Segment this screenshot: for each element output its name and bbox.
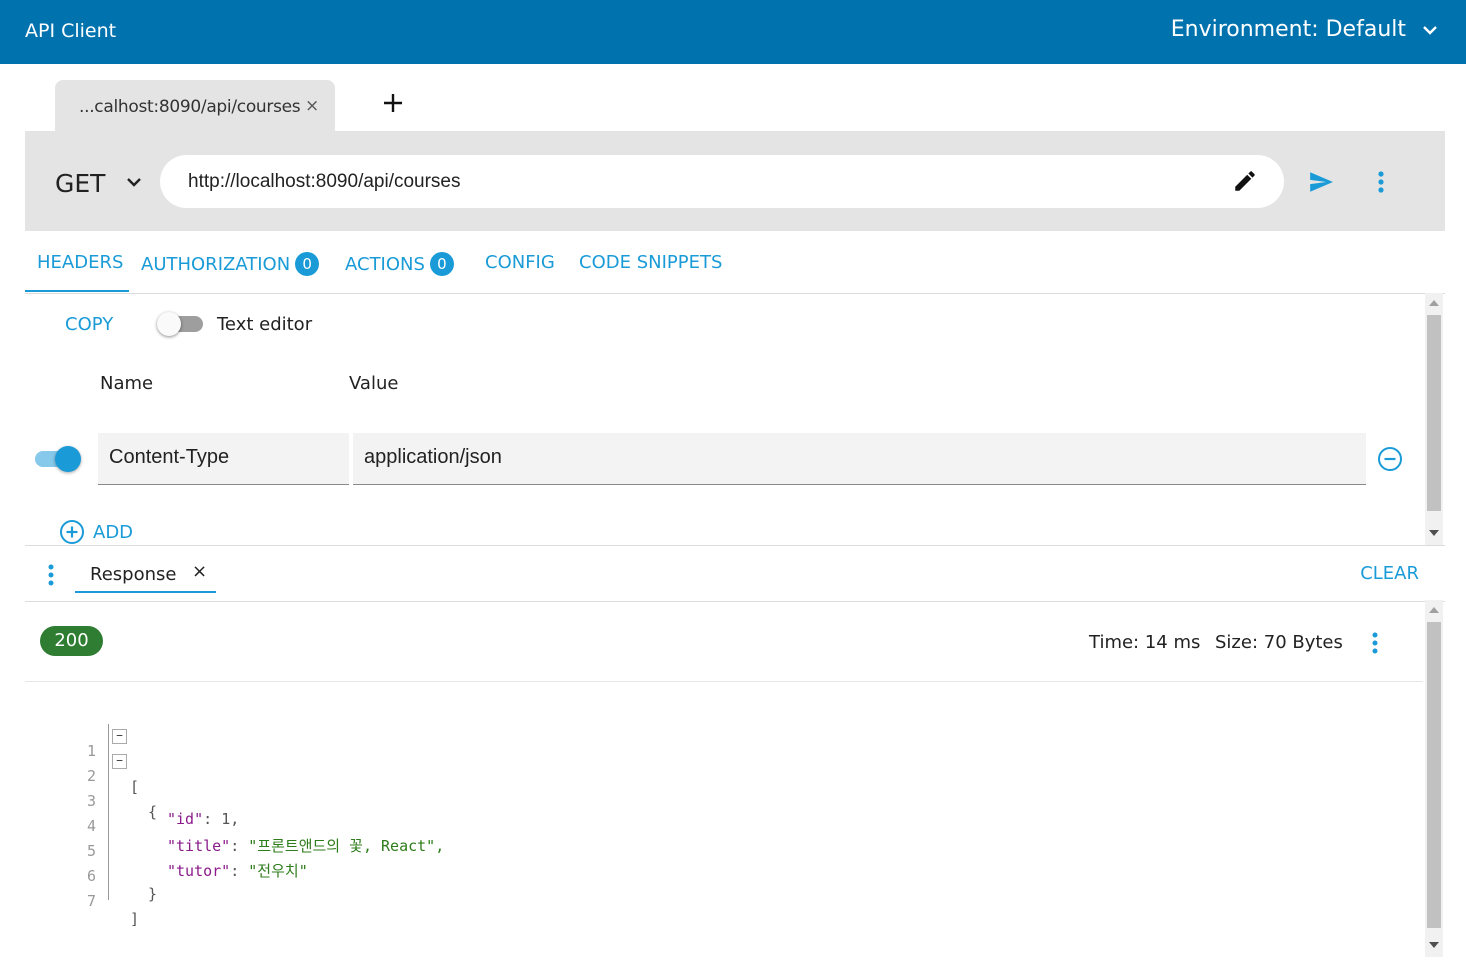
name-column-header: Name xyxy=(100,373,154,394)
code-line: 4 "title": "프론트앤드의 꽃, React", xyxy=(86,817,445,855)
app-bar: API Client Environment: Default xyxy=(0,0,1466,64)
response-tab-label: Response xyxy=(90,564,177,585)
tab-authorization[interactable]: AUTHORIZATION 0 xyxy=(141,252,320,276)
header-enabled-toggle[interactable] xyxy=(33,445,83,473)
header-name-field[interactable]: Content-Type xyxy=(98,433,349,485)
response-header-bar: Response × CLEAR xyxy=(25,545,1445,602)
response-tab[interactable]: Response × xyxy=(75,546,216,593)
remove-circle-icon[interactable] xyxy=(1377,446,1403,472)
tab-headers[interactable]: HEADERS xyxy=(37,252,123,273)
chevron-down-icon[interactable] xyxy=(123,171,145,193)
copy-button[interactable]: COPY xyxy=(65,314,113,335)
more-vert-icon[interactable] xyxy=(1371,169,1391,195)
tab-code-snippets[interactable]: CODE SNIPPETS xyxy=(579,252,722,273)
environment-selector[interactable]: Environment: Default xyxy=(1171,17,1406,42)
more-vert-icon[interactable] xyxy=(45,562,57,588)
close-tab-icon[interactable]: × xyxy=(305,96,319,116)
code-line: 5 "tutor": "전우치" xyxy=(86,842,308,880)
scroll-up-arrow[interactable] xyxy=(1429,300,1439,306)
scroll-thumb[interactable] xyxy=(1427,315,1441,511)
code-line: 7 ] xyxy=(86,892,140,928)
chevron-down-icon[interactable] xyxy=(1420,20,1440,40)
code-line: 1 − [ xyxy=(86,729,140,796)
scroll-up-arrow[interactable] xyxy=(1429,607,1439,613)
text-editor-toggle[interactable] xyxy=(157,311,205,337)
clear-button[interactable]: CLEAR xyxy=(1360,563,1419,584)
add-circle-icon xyxy=(60,520,84,544)
response-time: Time: 14 ms xyxy=(1089,632,1201,653)
request-tab-label: ...calhost:8090/api/courses xyxy=(79,97,301,117)
response-size: Size: 70 Bytes xyxy=(1215,632,1343,653)
plus-icon[interactable] xyxy=(381,91,405,115)
url-text[interactable]: http://localhost:8090/api/courses xyxy=(188,171,461,193)
status-badge: 200 xyxy=(40,626,103,656)
headers-scrollbar[interactable] xyxy=(1425,293,1443,545)
add-label: ADD xyxy=(93,522,134,543)
request-tab-strip: ...calhost:8090/api/courses × xyxy=(25,64,1445,131)
value-column-header: Value xyxy=(349,373,399,394)
more-vert-icon[interactable] xyxy=(1369,630,1381,656)
divider xyxy=(25,681,1423,682)
code-line: 6 } xyxy=(86,867,158,903)
scroll-down-arrow[interactable] xyxy=(1429,942,1439,948)
code-line: 3 "id": 1, xyxy=(86,792,240,828)
scroll-down-arrow[interactable] xyxy=(1429,530,1439,536)
close-response-icon[interactable]: × xyxy=(192,561,207,582)
active-tab-indicator xyxy=(25,290,129,292)
code-line: 2 − { xyxy=(86,754,158,821)
fold-toggle[interactable]: − xyxy=(112,754,127,769)
count-badge: 0 xyxy=(295,252,320,276)
send-icon[interactable] xyxy=(1306,169,1336,195)
request-tab[interactable]: ...calhost:8090/api/courses × xyxy=(55,80,335,131)
url-input[interactable]: http://localhost:8090/api/courses xyxy=(160,155,1284,208)
response-scrollbar[interactable] xyxy=(1425,600,1443,957)
tab-config[interactable]: CONFIG xyxy=(485,252,555,273)
header-value-field[interactable]: application/json xyxy=(353,433,1366,485)
app-title: API Client xyxy=(25,20,117,42)
count-badge: 0 xyxy=(429,252,454,276)
fold-toggle[interactable]: − xyxy=(112,729,127,744)
tab-actions[interactable]: ACTIONS 0 xyxy=(345,252,454,276)
method-select[interactable]: GET xyxy=(55,169,105,198)
url-bar: GET http://localhost:8090/api/courses xyxy=(25,131,1445,231)
pencil-icon[interactable] xyxy=(1232,168,1258,194)
gutter-line xyxy=(108,724,109,900)
text-editor-label: Text editor xyxy=(217,314,313,335)
request-subtabs: HEADERS AUTHORIZATION 0 ACTIONS 0 CONFIG C… xyxy=(25,231,1445,294)
scroll-thumb[interactable] xyxy=(1427,622,1441,928)
